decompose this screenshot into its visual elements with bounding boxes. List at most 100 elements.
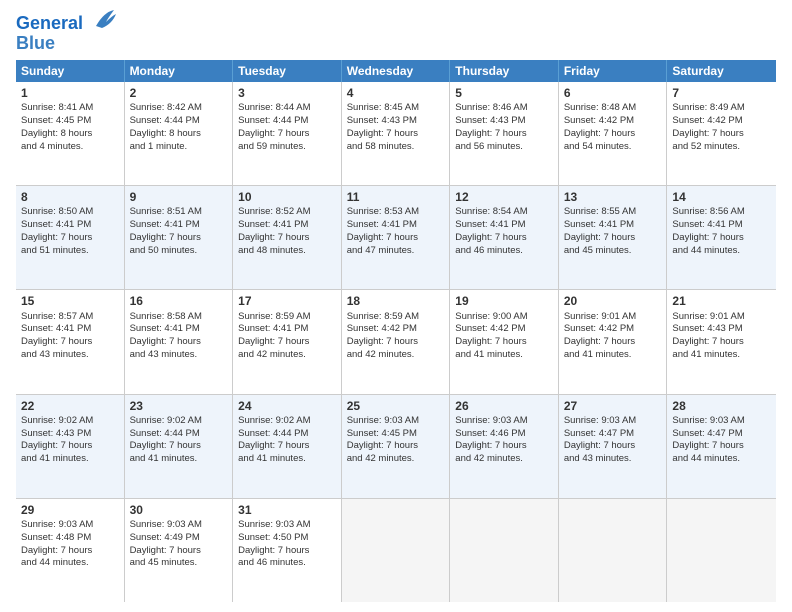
day-info-line: Daylight: 7 hours xyxy=(238,440,336,453)
day-info-line: and 56 minutes. xyxy=(455,141,553,154)
header: General Blue xyxy=(16,12,776,52)
day-info-line: Sunrise: 9:03 AM xyxy=(238,519,336,532)
calendar-cell-29: 29Sunrise: 9:03 AMSunset: 4:48 PMDayligh… xyxy=(16,499,125,602)
calendar-cell-9: 9Sunrise: 8:51 AMSunset: 4:41 PMDaylight… xyxy=(125,186,234,289)
day-info-line: Sunset: 4:42 PM xyxy=(455,323,553,336)
calendar-cell-11: 11Sunrise: 8:53 AMSunset: 4:41 PMDayligh… xyxy=(342,186,451,289)
day-number: 16 xyxy=(130,293,228,309)
day-info-line: Sunrise: 8:44 AM xyxy=(238,102,336,115)
calendar-cell-14: 14Sunrise: 8:56 AMSunset: 4:41 PMDayligh… xyxy=(667,186,776,289)
calendar-cell-20: 20Sunrise: 9:01 AMSunset: 4:42 PMDayligh… xyxy=(559,290,668,393)
day-info-line: Sunrise: 8:59 AM xyxy=(347,311,445,324)
day-info-line: and 41 minutes. xyxy=(238,453,336,466)
calendar-cell-24: 24Sunrise: 9:02 AMSunset: 4:44 PMDayligh… xyxy=(233,395,342,498)
calendar-cell-31: 31Sunrise: 9:03 AMSunset: 4:50 PMDayligh… xyxy=(233,499,342,602)
day-number: 22 xyxy=(21,398,119,414)
day-number: 1 xyxy=(21,85,119,101)
day-info-line: Sunrise: 8:42 AM xyxy=(130,102,228,115)
day-info-line: Sunset: 4:41 PM xyxy=(130,219,228,232)
day-number: 10 xyxy=(238,189,336,205)
day-info-line: Daylight: 7 hours xyxy=(672,128,771,141)
calendar-cell-17: 17Sunrise: 8:59 AMSunset: 4:41 PMDayligh… xyxy=(233,290,342,393)
header-cell-saturday: Saturday xyxy=(667,60,776,82)
day-number: 27 xyxy=(564,398,662,414)
day-info-line: and 41 minutes. xyxy=(564,349,662,362)
day-info-line: and 47 minutes. xyxy=(347,245,445,258)
calendar-cell-4: 4Sunrise: 8:45 AMSunset: 4:43 PMDaylight… xyxy=(342,82,451,185)
day-info-line: Daylight: 7 hours xyxy=(238,336,336,349)
day-info-line: Daylight: 7 hours xyxy=(238,232,336,245)
day-number: 14 xyxy=(672,189,771,205)
day-info-line: Daylight: 7 hours xyxy=(672,232,771,245)
day-info-line: Daylight: 7 hours xyxy=(347,336,445,349)
day-info-line: and 42 minutes. xyxy=(455,453,553,466)
day-info-line: Sunrise: 8:52 AM xyxy=(238,206,336,219)
day-info-line: Daylight: 7 hours xyxy=(130,232,228,245)
day-info-line: Sunrise: 9:00 AM xyxy=(455,311,553,324)
day-info-line: Sunset: 4:41 PM xyxy=(21,323,119,336)
day-number: 9 xyxy=(130,189,228,205)
calendar-row-week-2: 8Sunrise: 8:50 AMSunset: 4:41 PMDaylight… xyxy=(16,186,776,290)
day-number: 29 xyxy=(21,502,119,518)
day-info-line: Daylight: 7 hours xyxy=(21,232,119,245)
day-number: 11 xyxy=(347,189,445,205)
calendar-row-week-3: 15Sunrise: 8:57 AMSunset: 4:41 PMDayligh… xyxy=(16,290,776,394)
day-info-line: and 54 minutes. xyxy=(564,141,662,154)
day-info-line: and 41 minutes. xyxy=(455,349,553,362)
day-info-line: Daylight: 7 hours xyxy=(455,128,553,141)
calendar-row-week-1: 1Sunrise: 8:41 AMSunset: 4:45 PMDaylight… xyxy=(16,82,776,186)
calendar-cell-16: 16Sunrise: 8:58 AMSunset: 4:41 PMDayligh… xyxy=(125,290,234,393)
day-number: 3 xyxy=(238,85,336,101)
day-info-line: Daylight: 8 hours xyxy=(130,128,228,141)
day-info-line: Daylight: 7 hours xyxy=(130,545,228,558)
calendar-body: 1Sunrise: 8:41 AMSunset: 4:45 PMDaylight… xyxy=(16,82,776,602)
day-number: 19 xyxy=(455,293,553,309)
day-info-line: Sunset: 4:41 PM xyxy=(672,219,771,232)
day-info-line: and 58 minutes. xyxy=(347,141,445,154)
page: General Blue SundayMondayTuesdayWednesda… xyxy=(0,0,792,612)
day-number: 26 xyxy=(455,398,553,414)
calendar-cell-8: 8Sunrise: 8:50 AMSunset: 4:41 PMDaylight… xyxy=(16,186,125,289)
calendar-cell-1: 1Sunrise: 8:41 AMSunset: 4:45 PMDaylight… xyxy=(16,82,125,185)
day-info-line: Sunrise: 8:48 AM xyxy=(564,102,662,115)
calendar-row-week-4: 22Sunrise: 9:02 AMSunset: 4:43 PMDayligh… xyxy=(16,395,776,499)
calendar-cell-26: 26Sunrise: 9:03 AMSunset: 4:46 PMDayligh… xyxy=(450,395,559,498)
day-info-line: Sunset: 4:45 PM xyxy=(21,115,119,128)
day-info-line: Sunrise: 9:03 AM xyxy=(347,415,445,428)
header-cell-monday: Monday xyxy=(125,60,234,82)
day-info-line: Sunset: 4:41 PM xyxy=(564,219,662,232)
day-info-line: Sunset: 4:42 PM xyxy=(672,115,771,128)
day-info-line: Daylight: 7 hours xyxy=(238,545,336,558)
day-info-line: Daylight: 7 hours xyxy=(347,128,445,141)
day-info-line: Sunrise: 9:02 AM xyxy=(130,415,228,428)
calendar-cell-6: 6Sunrise: 8:48 AMSunset: 4:42 PMDaylight… xyxy=(559,82,668,185)
day-info-line: Sunset: 4:42 PM xyxy=(347,323,445,336)
day-info-line: and 41 minutes. xyxy=(672,349,771,362)
calendar-cell-5: 5Sunrise: 8:46 AMSunset: 4:43 PMDaylight… xyxy=(450,82,559,185)
day-info-line: Daylight: 7 hours xyxy=(347,232,445,245)
day-info-line: and 51 minutes. xyxy=(21,245,119,258)
day-info-line: Sunrise: 9:03 AM xyxy=(21,519,119,532)
header-cell-tuesday: Tuesday xyxy=(233,60,342,82)
header-cell-thursday: Thursday xyxy=(450,60,559,82)
day-info-line: and 1 minute. xyxy=(130,141,228,154)
day-info-line: Sunrise: 8:54 AM xyxy=(455,206,553,219)
day-info-line: Sunset: 4:41 PM xyxy=(21,219,119,232)
day-info-line: Sunset: 4:48 PM xyxy=(21,532,119,545)
day-info-line: Sunrise: 8:53 AM xyxy=(347,206,445,219)
day-info-line: and 42 minutes. xyxy=(347,349,445,362)
day-number: 28 xyxy=(672,398,771,414)
day-info-line: Daylight: 8 hours xyxy=(21,128,119,141)
day-info-line: Daylight: 7 hours xyxy=(238,128,336,141)
day-info-line: and 44 minutes. xyxy=(672,453,771,466)
day-info-line: Daylight: 7 hours xyxy=(21,545,119,558)
calendar: SundayMondayTuesdayWednesdayThursdayFrid… xyxy=(16,60,776,602)
calendar-cell-30: 30Sunrise: 9:03 AMSunset: 4:49 PMDayligh… xyxy=(125,499,234,602)
calendar-cell-25: 25Sunrise: 9:03 AMSunset: 4:45 PMDayligh… xyxy=(342,395,451,498)
day-info-line: Daylight: 7 hours xyxy=(564,232,662,245)
calendar-cell-7: 7Sunrise: 8:49 AMSunset: 4:42 PMDaylight… xyxy=(667,82,776,185)
day-info-line: Sunset: 4:44 PM xyxy=(238,428,336,441)
day-info-line: Sunset: 4:50 PM xyxy=(238,532,336,545)
day-info-line: and 44 minutes. xyxy=(21,557,119,570)
calendar-cell-22: 22Sunrise: 9:02 AMSunset: 4:43 PMDayligh… xyxy=(16,395,125,498)
